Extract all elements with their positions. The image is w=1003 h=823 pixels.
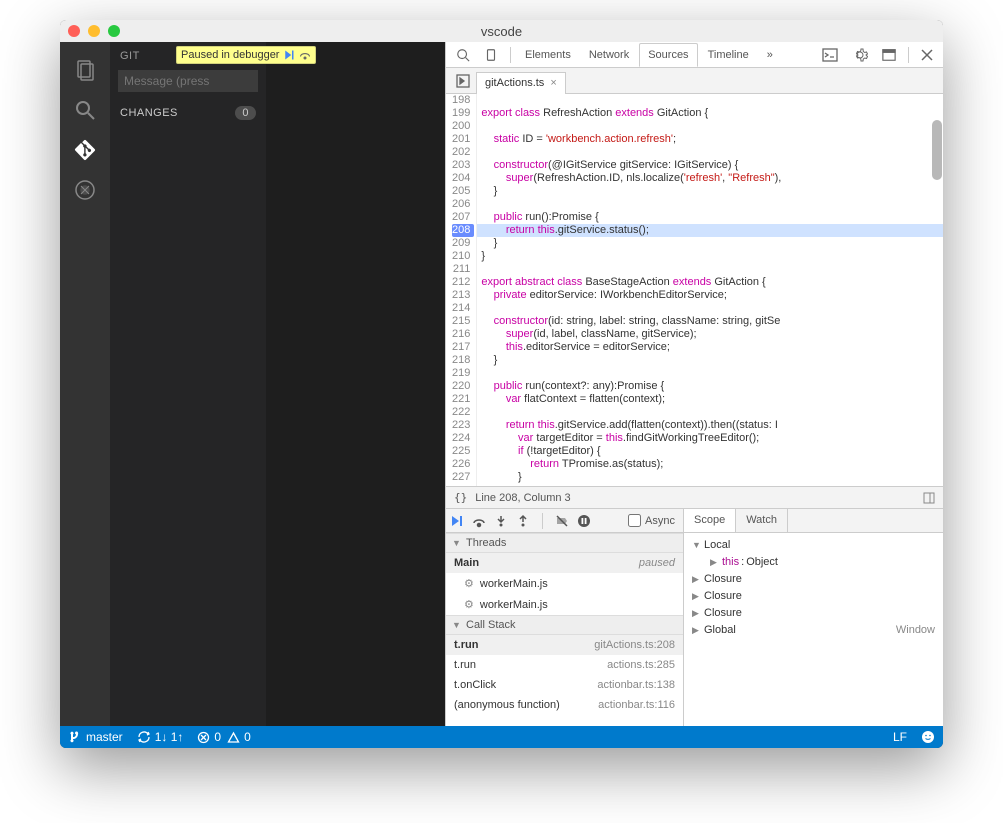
errors-count[interactable]: 0 [197,730,221,744]
thread-main[interactable]: Main paused [446,553,683,573]
deactivate-breakpoints-button[interactable] [555,514,569,528]
scope-variable[interactable]: ▶this: Object [692,554,935,571]
step-over-button[interactable] [472,514,486,528]
tab-network[interactable]: Network [581,44,637,66]
dock-icon[interactable] [876,44,902,66]
console-icon[interactable] [816,44,844,66]
stack-frame[interactable]: t.rungitActions.ts:208 [446,635,683,655]
cursor-position: Line 208, Column 3 [475,492,923,504]
explorer-icon[interactable] [61,50,109,90]
devtools-toolbar: Elements Network Sources Timeline » [446,42,943,68]
git-icon[interactable] [61,130,109,170]
scope-tabs: Scope Watch [684,509,943,533]
source-editor[interactable]: 1981992002012022032042052062072082092102… [446,94,943,486]
file-tab[interactable]: gitActions.ts × [476,72,566,94]
step-out-button[interactable] [516,514,530,528]
pause-exceptions-button[interactable] [577,514,591,528]
source-status-bar: {} Line 208, Column 3 [446,486,943,508]
navigator-icon[interactable] [450,74,476,88]
step-into-button[interactable] [494,514,508,528]
scope-entry[interactable]: ▶Closure [692,605,935,622]
file-tab-bar: gitActions.ts × [446,68,943,94]
tab-timeline[interactable]: Timeline [700,44,757,66]
resume-button[interactable] [450,514,464,528]
inspect-icon[interactable] [450,44,476,66]
sidebar-toggle-icon[interactable] [923,492,935,504]
devtools-panel: Elements Network Sources Timeline » [445,42,943,726]
close-devtools-icon[interactable] [915,45,939,65]
step-over-icon[interactable] [299,49,311,61]
scope-entry[interactable]: ▶GlobalWindow [692,622,935,639]
tab-sources[interactable]: Sources [639,43,697,67]
watch-tab[interactable]: Watch [736,509,788,532]
stack-frame[interactable]: (anonymous function)actionbar.ts:116 [446,695,683,715]
git-panel: GIT Paused in debugger CHANGES 0 [110,42,266,726]
settings-icon[interactable] [846,43,874,67]
line-ending[interactable]: LF [893,730,907,744]
thread-worker[interactable]: ⚙workerMain.js [446,573,683,594]
scope-entry[interactable]: ▶Closure [692,571,935,588]
scope-entry[interactable]: ▶Closure [692,588,935,605]
window-close-button[interactable] [68,25,80,37]
warnings-count[interactable]: 0 [227,730,251,744]
git-sync[interactable]: 1↓ 1↑ [137,730,184,744]
changes-label: CHANGES [120,107,178,119]
scope-tab[interactable]: Scope [684,509,736,532]
feedback-icon[interactable] [921,730,935,744]
window-title: vscode [481,24,522,39]
callstack-header[interactable]: ▼Call Stack [446,615,683,635]
async-checkbox[interactable]: Async [628,514,675,527]
changes-count-badge: 0 [235,106,256,120]
debugger-toolbar: Async [446,509,683,533]
activity-bar [60,42,110,726]
device-icon[interactable] [478,44,504,66]
scope-entry[interactable]: ▼Local [692,537,935,554]
panel-title: GIT [120,50,140,62]
search-icon[interactable] [61,90,109,130]
file-tab-label: gitActions.ts [485,77,544,89]
debug-icon[interactable] [61,170,109,210]
debugger-pane: Async ▼Threads Main paused ⚙workerMain.j… [446,508,943,726]
stack-frame[interactable]: t.onClickactionbar.ts:138 [446,675,683,695]
source-scrollbar[interactable] [931,94,943,486]
titlebar: vscode [60,20,943,42]
status-bar: master 1↓ 1↑ 0 0 LF [60,726,943,748]
tabs-overflow[interactable]: » [759,44,781,66]
git-branch[interactable]: master [68,730,123,744]
resume-icon[interactable] [283,49,295,61]
stack-frame[interactable]: t.runactions.ts:285 [446,655,683,675]
editor-area: Elements Network Sources Timeline » [266,42,943,726]
thread-worker[interactable]: ⚙workerMain.js [446,594,683,615]
commit-message-input[interactable] [118,70,258,92]
window-minimize-button[interactable] [88,25,100,37]
tab-elements[interactable]: Elements [517,44,579,66]
pause-badge-label: Paused in debugger [181,49,279,61]
window-maximize-button[interactable] [108,25,120,37]
threads-header[interactable]: ▼Threads [446,533,683,553]
paused-in-debugger-badge: Paused in debugger [176,46,316,64]
close-file-tab-icon[interactable]: × [550,77,556,89]
